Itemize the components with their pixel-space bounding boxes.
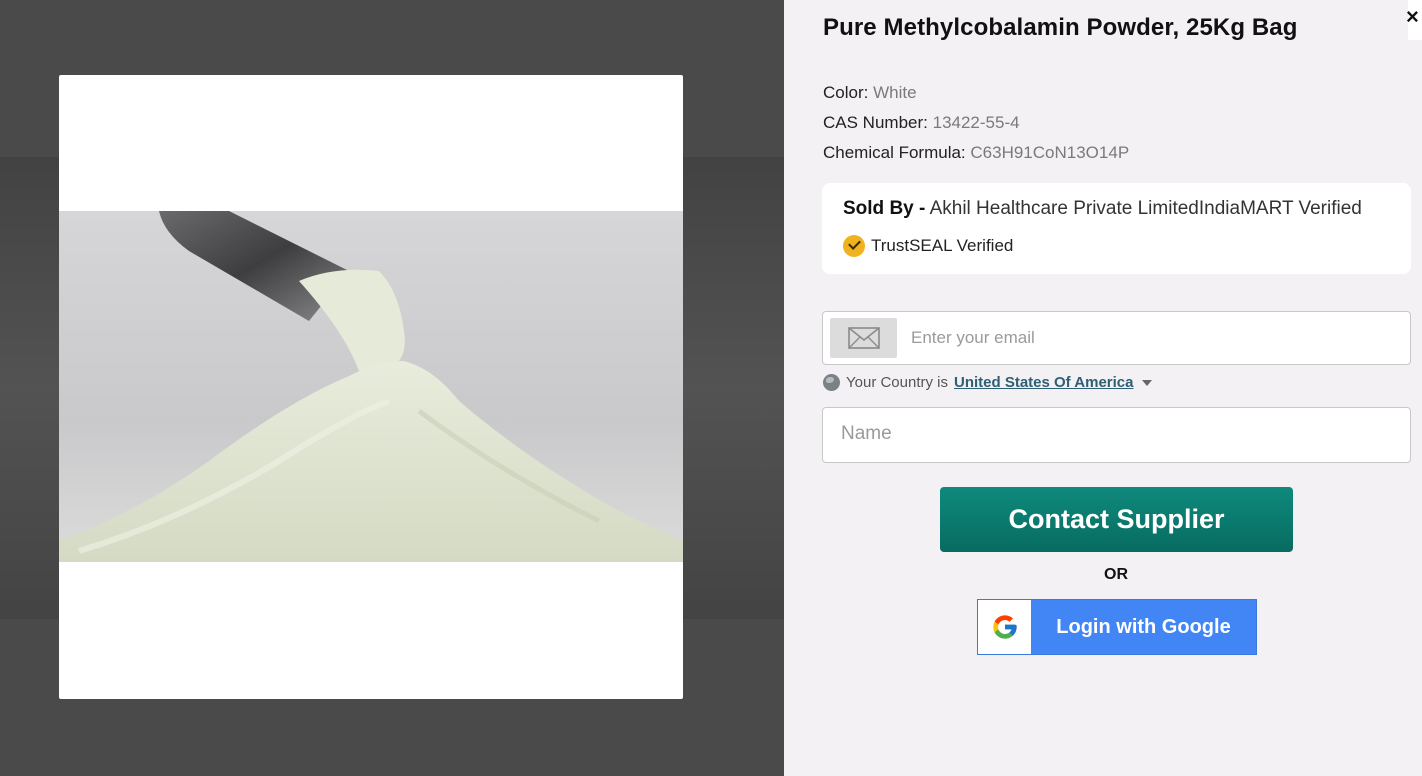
sold-by-label: Sold By - <box>843 198 926 219</box>
spec-value: 13422-55-4 <box>932 113 1020 132</box>
name-input[interactable] <box>841 423 1381 445</box>
spec-label: Chemical Formula: <box>823 143 966 162</box>
chevron-down-icon[interactable] <box>1141 379 1152 386</box>
contact-supplier-button[interactable]: Contact Supplier <box>940 487 1293 552</box>
mail-icon <box>830 318 897 358</box>
product-image-panel <box>0 0 784 776</box>
globe-icon <box>823 374 840 391</box>
spec-color: Color: White <box>823 83 1129 113</box>
email-field[interactable] <box>822 311 1411 365</box>
trustseal-badge-icon <box>843 235 865 257</box>
seller-card: Sold By - Akhil Healthcare Private Limit… <box>822 183 1411 274</box>
spec-cas-number: CAS Number: 13422-55-4 <box>823 113 1129 143</box>
country-prefix: Your Country is <box>846 374 948 391</box>
country-selector: Your Country is United States Of America <box>823 374 1152 391</box>
or-divider: OR <box>1104 566 1128 583</box>
trustseal-label: TrustSEAL Verified <box>871 236 1014 255</box>
product-details-panel: × Pure Methylcobalamin Powder, 25Kg Bag … <box>784 0 1422 776</box>
close-button[interactable]: × <box>1406 2 1422 38</box>
spec-value: C63H91CoN13O14P <box>970 143 1130 162</box>
spec-chemical-formula: Chemical Formula: C63H91CoN13O14P <box>823 143 1129 173</box>
email-input[interactable] <box>911 328 1391 348</box>
spec-value: White <box>873 83 917 102</box>
product-image-card[interactable] <box>59 75 683 699</box>
spec-label: CAS Number: <box>823 113 928 132</box>
google-button-label: Login with Google <box>1056 615 1231 638</box>
country-link[interactable]: United States Of America <box>954 374 1134 391</box>
login-with-google-button[interactable]: Login with Google <box>977 599 1257 655</box>
google-icon <box>978 600 1031 654</box>
sold-by: Sold By - Akhil Healthcare Private Limit… <box>843 198 1391 220</box>
spec-label: Color: <box>823 83 869 102</box>
spec-list: Color: White CAS Number: 13422-55-4 Chem… <box>823 83 1129 173</box>
product-title: Pure Methylcobalamin Powder, 25Kg Bag <box>823 14 1298 41</box>
trustseal: TrustSEAL Verified <box>843 235 1013 257</box>
seller-name[interactable]: Akhil Healthcare Private LimitedIndiaMAR… <box>930 198 1362 219</box>
product-photo <box>59 211 683 562</box>
name-field[interactable] <box>822 407 1411 463</box>
